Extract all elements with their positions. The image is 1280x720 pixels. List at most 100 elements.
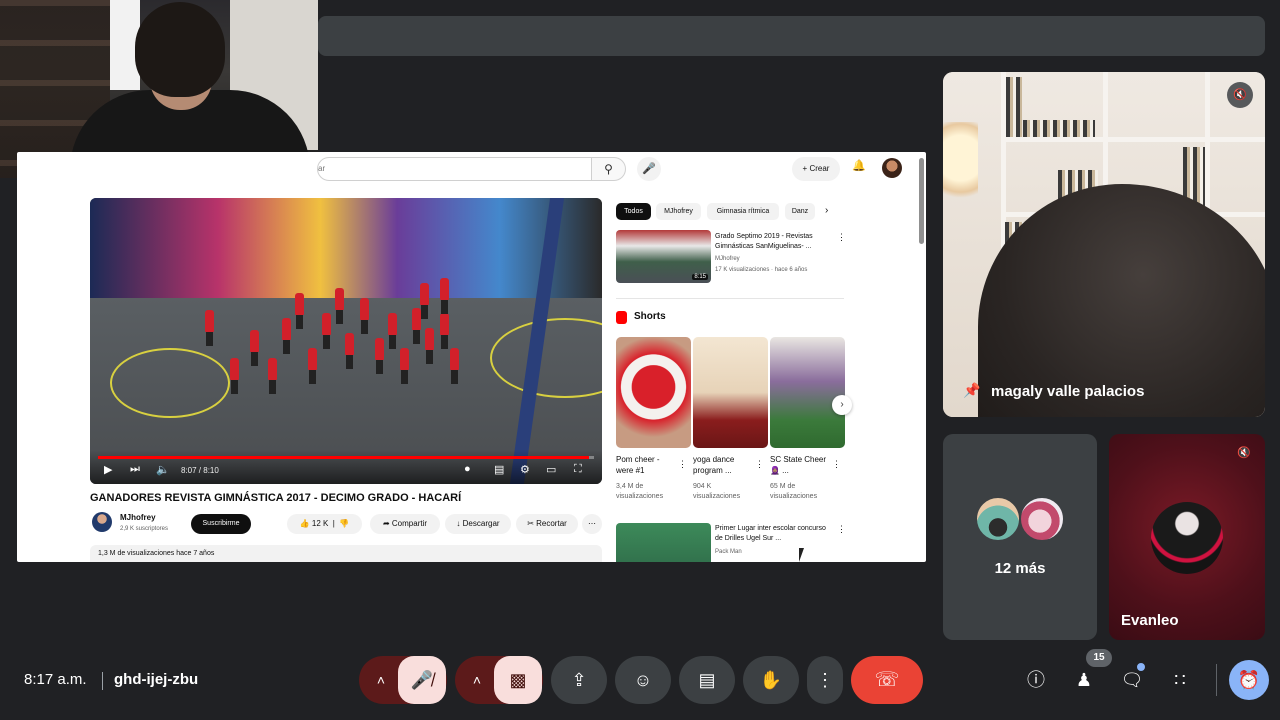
scrollbar[interactable] [919,158,924,244]
like-button[interactable]: 👍 12 K | 👎 [287,514,362,534]
subtitles-icon[interactable]: ▤ [494,463,504,476]
short-views: 904 K visualizaciones [693,483,741,500]
dancer [375,338,384,374]
play-icon[interactable]: ▶ [104,463,112,476]
chevron-up-icon[interactable]: ˄ [467,656,487,704]
dancer [295,293,304,329]
recommended-thumbnail[interactable]: 8:15 [616,230,711,283]
clip-button[interactable]: ✂ Recortar [516,514,578,534]
recommended-channel[interactable]: Pack Man [715,547,742,557]
chip-dance[interactable]: Danz [785,203,815,220]
recommended-channel[interactable]: MJhofrey [715,254,740,264]
dancer [282,318,291,354]
subscribe-button[interactable]: Suscribirme [191,514,251,534]
more-vert-icon[interactable]: ⋮ [678,459,687,470]
more-vert-icon[interactable]: ⋮ [837,524,846,535]
create-label: Crear [809,164,830,173]
microphone-control-group: ˄ 🎤̸ [359,656,447,704]
short-views: 65 M de visualizaciones [770,483,818,500]
chip-rhythmic-gymnastics[interactable]: Gimnasia rítmica [707,203,779,220]
info-icon[interactable]: ⓘ [1022,666,1050,694]
end-call-icon[interactable]: ☏ [851,656,923,704]
theater-mode-icon[interactable]: ▭ [546,463,556,476]
pin-icon[interactable]: 📌 [963,382,980,399]
bell-icon[interactable]: 🔔 [852,159,866,172]
captions-icon[interactable]: ▤ [679,656,735,704]
video-description[interactable]: 1,3 M de visualizaciones hace 7 años [90,545,602,562]
chevron-right-icon[interactable]: › [825,205,828,216]
shorts-icon [616,311,627,324]
court-line [110,348,230,418]
participant-avatar [1151,502,1223,574]
dancer [345,333,354,369]
books [1006,77,1022,137]
shared-screen: ar ⚲ 🎤 + Crear 🔔 ▶ ⏭ 🔈 8:07 / 8:10 ● ▤ ⚙… [17,152,926,562]
short-title[interactable]: SC State Cheer 🧕🏽 ... [770,454,832,476]
video-player[interactable]: ▶ ⏭ 🔈 8:07 / 8:10 ● ▤ ⚙ ▭ ⛶ [90,198,602,484]
dancer [388,313,397,349]
people-icon[interactable]: ♟ [1070,666,1098,694]
search-input[interactable]: ar [317,157,592,181]
more-actions-icon[interactable]: ⋯ [582,514,602,534]
more-options-icon[interactable]: ⋮ [807,656,843,704]
fullscreen-icon[interactable]: ⛶ [574,463,582,476]
mouse-cursor [799,548,809,562]
more-vert-icon[interactable]: ⋮ [755,459,764,470]
channel-name[interactable]: MJhofrey [120,513,156,522]
short-title[interactable]: Pom cheer - were #1 [616,454,678,476]
download-label: Descargar [462,519,500,528]
dancer [230,358,239,394]
short-thumbnail[interactable] [770,337,845,448]
youtube-header: ar ⚲ 🎤 + Crear 🔔 [17,152,926,244]
video-time: 8:07 / 8:10 [181,466,219,475]
chevron-right-icon[interactable]: › [832,395,852,415]
next-icon[interactable]: ⏭ [130,463,140,476]
share-button[interactable]: ➦ Compartir [370,514,440,534]
meeting-code: ghd-ijej-zbu [114,671,199,688]
dancer [250,330,259,366]
camera-off-icon[interactable]: ▩ [494,656,542,704]
volume-icon[interactable]: 🔈 [156,463,170,476]
section-divider [616,298,844,299]
microphone-icon[interactable]: 🎤 [637,157,661,181]
dancer [440,278,449,314]
like-count: 12 K [311,519,329,528]
channel-avatar[interactable] [92,512,112,532]
dancer [440,313,449,349]
chevron-up-icon[interactable]: ˄ [371,656,391,704]
account-avatar[interactable] [882,158,902,178]
emoji-icon[interactable]: ☺ [615,656,671,704]
dancer [420,283,429,319]
present-screen-icon[interactable]: ⇪ [551,656,607,704]
activities-icon[interactable]: ∷ [1166,666,1194,694]
share-label: Compartir [391,519,428,528]
short-title[interactable]: yoga dance program ... [693,454,755,476]
more-participants-tile[interactable]: 12 más [943,434,1097,640]
duration-badge: 8:15 [692,274,708,280]
download-button[interactable]: ↓ Descargar [445,514,511,534]
autoplay-toggle[interactable]: ● [464,463,471,475]
progress-bar[interactable] [98,456,594,459]
search-icon[interactable]: ⚲ [592,157,626,181]
mic-off-icon[interactable]: 🎤̸ [398,656,446,704]
meeting-clock: 8:17 a.m. [24,671,87,688]
chip-channel[interactable]: MJhofrey [656,203,701,220]
create-button[interactable]: + Crear [792,157,840,181]
settings-icon[interactable]: ⚙ [520,463,530,476]
search-text: ar [318,164,326,173]
host-controls-icon[interactable]: ⏰ [1229,660,1269,700]
raise-hand-icon[interactable]: ✋ [743,656,799,704]
short-views: 3,4 M de visualizaciones [616,483,664,500]
recommended-title[interactable]: Primer Lugar inter escolar concurso de D… [715,524,833,544]
recommended-thumbnail[interactable] [616,523,711,562]
pinned-participant-tile[interactable]: 🔇 📌 magaly valle palacios [943,72,1265,417]
participant-tile[interactable]: 🔇 Evanleo [1109,434,1265,640]
short-thumbnail[interactable] [616,337,691,448]
shorts-heading: Shorts [634,311,666,322]
more-vert-icon[interactable]: ⋮ [832,459,841,470]
recommended-title[interactable]: Grado Septimo 2019 - Revistas Gimnástica… [715,232,833,252]
chip-all[interactable]: Todos [616,203,651,220]
more-vert-icon[interactable]: ⋮ [837,232,846,243]
clip-label: Recortar [536,519,567,528]
short-thumbnail[interactable] [693,337,768,448]
